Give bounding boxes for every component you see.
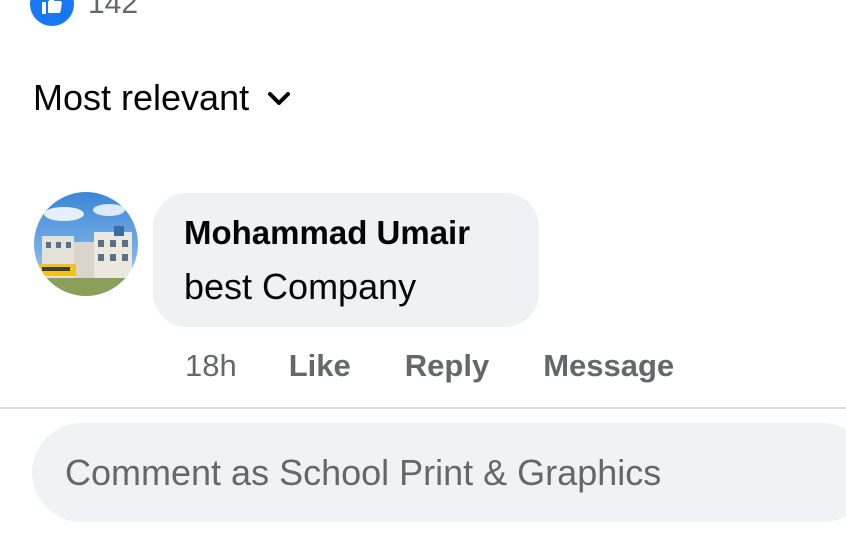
like-button[interactable]: Like <box>289 350 351 381</box>
comment-text: best Company <box>184 266 417 307</box>
comment-bubble: Mohammad Umair best Company <box>153 193 539 327</box>
comments-panel: 142 Most relevant Mohammad Umair best Co… <box>0 0 846 537</box>
message-button[interactable]: Message <box>543 350 674 381</box>
comment-timestamp[interactable]: 18h <box>185 350 237 381</box>
sort-dropdown[interactable]: Most relevant <box>33 80 291 116</box>
like-icon <box>30 0 74 26</box>
reply-button[interactable]: Reply <box>405 350 489 381</box>
comment-composer[interactable] <box>32 423 846 522</box>
comment-input[interactable] <box>65 423 825 522</box>
chevron-down-icon <box>268 92 291 105</box>
avatar[interactable] <box>34 192 138 296</box>
comment-actions: 18h Like Reply Message <box>185 350 674 381</box>
sort-label: Most relevant <box>33 77 250 118</box>
divider <box>0 407 846 409</box>
reactions-summary[interactable]: 142 <box>30 0 138 26</box>
comment-author[interactable]: Mohammad Umair <box>184 214 470 251</box>
reaction-count: 142 <box>88 0 139 20</box>
